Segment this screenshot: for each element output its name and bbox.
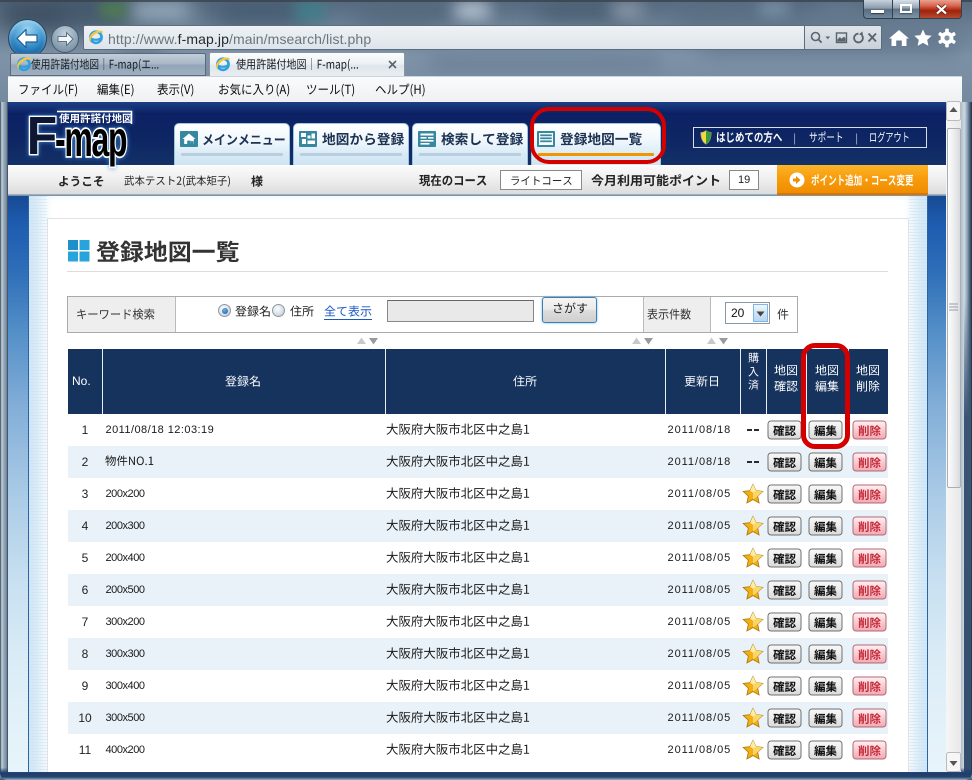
svg-text:F: F: [27, 105, 57, 165]
